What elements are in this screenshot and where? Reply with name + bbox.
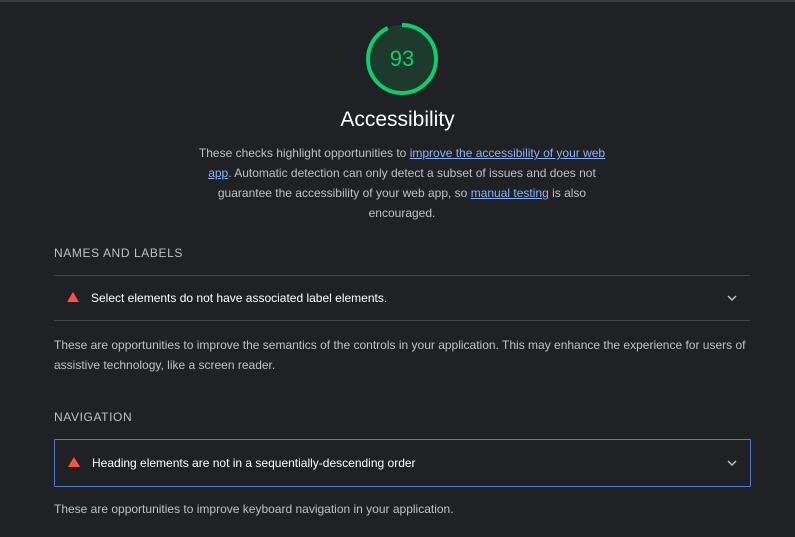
group-description: These are opportunities to improve keybo… [54,502,454,516]
description-text: These checks highlight opportunities to [198,146,410,160]
category-description: These checks highlight opportunities to … [196,143,608,223]
chevron-down-icon[interactable] [726,292,738,304]
manual-testing-link[interactable]: manual testing [471,186,549,200]
score-gauge: 93 [364,21,440,97]
category-title: Accessibility [340,108,455,131]
triangle-icon [67,292,79,302]
group-description: These are opportunities to improve the s… [54,338,746,372]
group-heading-names-labels: NAMES AND LABELS [54,246,183,260]
chevron-down-icon[interactable] [726,457,738,469]
audit-title: Heading elements are not in a sequential… [92,456,416,470]
audit-heading-order[interactable]: Heading elements are not in a sequential… [54,439,751,487]
score-value: 93 [389,46,415,71]
top-border [0,0,795,2]
audit-select-label[interactable]: Select elements do not have associated l… [54,275,750,321]
audit-title: Select elements do not have associated l… [91,291,388,305]
group-heading-navigation: NAVIGATION [54,410,133,424]
triangle-icon [68,457,80,467]
